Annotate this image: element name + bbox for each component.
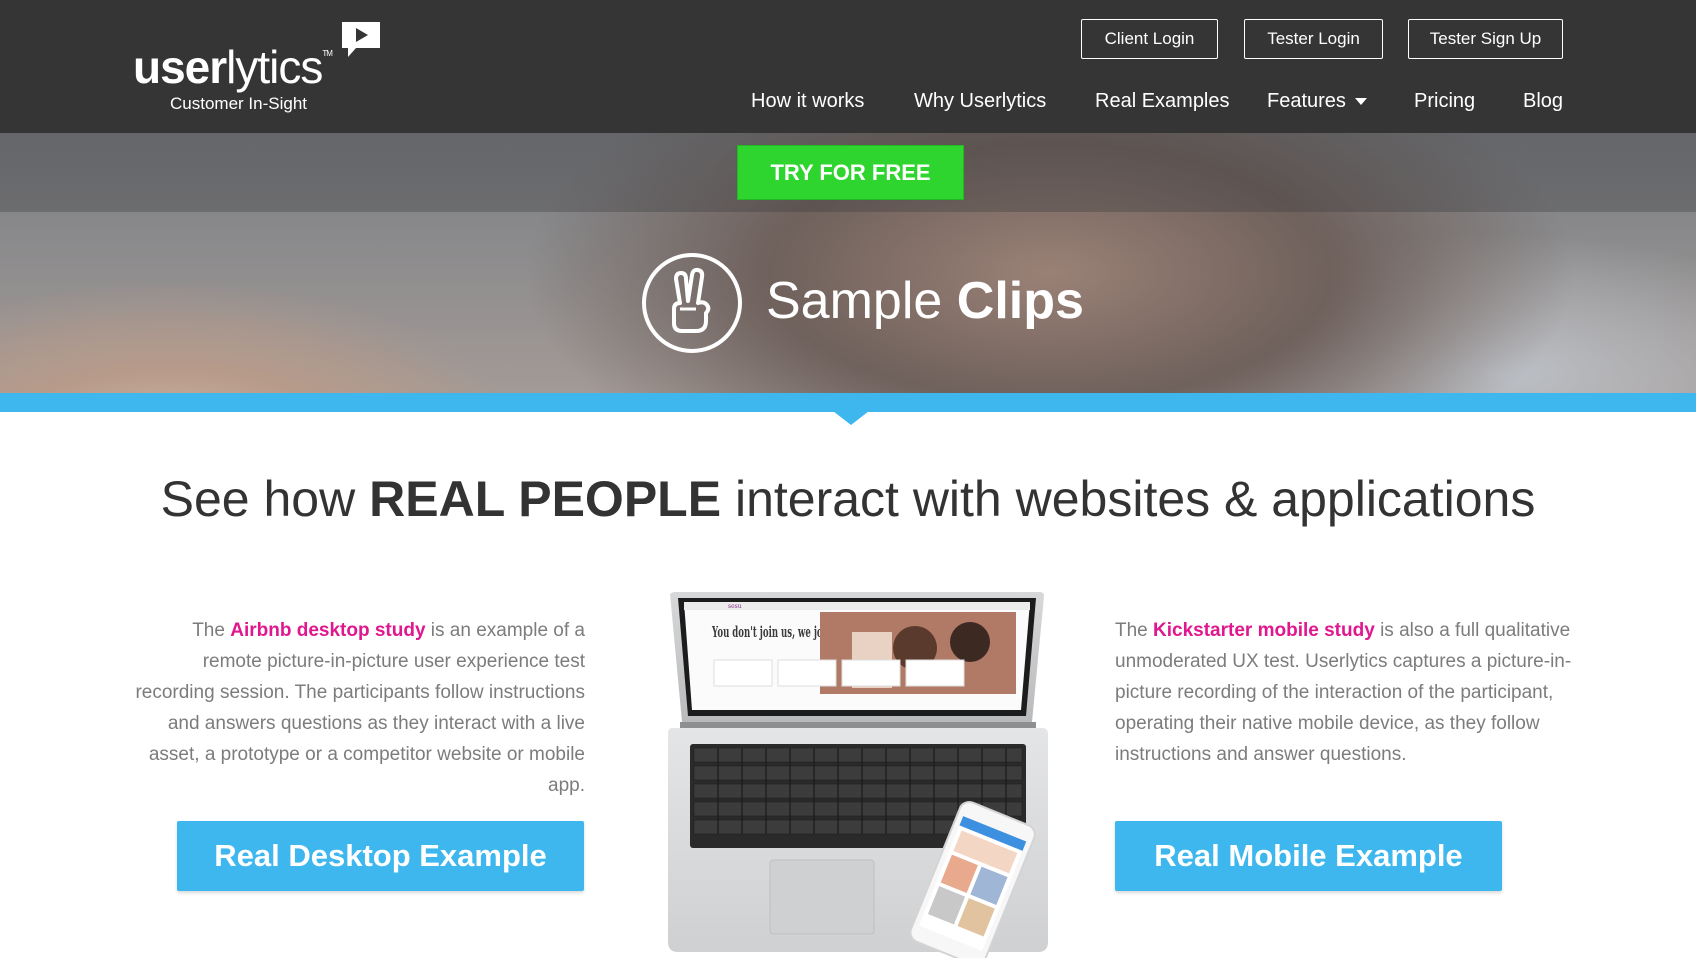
client-login-button[interactable]: Client Login bbox=[1081, 19, 1218, 59]
airbnb-study-link[interactable]: Airbnb desktop study bbox=[230, 620, 425, 641]
laptop-phone-illustration: sesu You don't join us, we join you bbox=[668, 592, 1048, 958]
hero-title-light: Sample bbox=[766, 272, 943, 330]
section-headline: See how REAL PEOPLE interact with websit… bbox=[0, 470, 1696, 528]
accent-divider bbox=[0, 393, 1696, 412]
tester-login-button[interactable]: Tester Login bbox=[1244, 19, 1383, 59]
mobile-body: is also a full qualitative unmoderated U… bbox=[1115, 620, 1572, 765]
nav-real-examples[interactable]: Real Examples bbox=[1095, 90, 1230, 113]
svg-text:sesu: sesu bbox=[728, 603, 742, 610]
caret-down-icon bbox=[1354, 98, 1367, 106]
nav-features[interactable]: Features bbox=[1267, 90, 1367, 113]
desktop-study-description: The Airbnb desktop study is an example o… bbox=[130, 615, 585, 801]
hero-banner: TRY FOR FREE Sample Clips bbox=[0, 133, 1696, 393]
kickstarter-study-link[interactable]: Kickstarter mobile study bbox=[1153, 620, 1375, 641]
logo-trademark: TM bbox=[322, 49, 333, 58]
desktop-body: is an example of a remote picture-in-pic… bbox=[135, 620, 585, 796]
logo-word-light: lytics bbox=[226, 41, 323, 93]
mobile-lead: The bbox=[1115, 620, 1148, 641]
desktop-lead: The bbox=[192, 620, 225, 641]
divider-notch bbox=[833, 411, 869, 425]
userlytics-logo[interactable]: userlyticsTM Customer In-Sight bbox=[133, 16, 393, 116]
nav-blog[interactable]: Blog bbox=[1523, 90, 1563, 113]
hero-title-bold: Clips bbox=[956, 272, 1084, 330]
peace-hand-icon bbox=[642, 253, 742, 353]
logo-word-bold: user bbox=[133, 41, 227, 93]
nav-why-userlytics[interactable]: Why Userlytics bbox=[914, 90, 1046, 113]
tester-signup-button[interactable]: Tester Sign Up bbox=[1408, 19, 1563, 59]
mobile-study-description: The Kickstarter mobile study is also a f… bbox=[1115, 615, 1575, 770]
try-for-free-button[interactable]: TRY FOR FREE bbox=[737, 145, 964, 200]
site-header: userlyticsTM Customer In-Sight Client Lo… bbox=[0, 0, 1696, 133]
headline-part1: See how bbox=[160, 471, 356, 527]
logo-wordmark: userlyticsTM bbox=[133, 41, 333, 93]
headline-bold: REAL PEOPLE bbox=[369, 471, 722, 527]
headline-part2: interact with websites & applications bbox=[734, 471, 1536, 527]
hero-title: Sample Clips bbox=[766, 271, 1084, 331]
real-desktop-example-button[interactable]: Real Desktop Example bbox=[177, 821, 584, 891]
nav-pricing[interactable]: Pricing bbox=[1414, 90, 1475, 113]
real-mobile-example-button[interactable]: Real Mobile Example bbox=[1115, 821, 1502, 891]
logo-tagline: Customer In-Sight bbox=[170, 94, 307, 113]
nav-features-label: Features bbox=[1267, 90, 1346, 112]
play-bubble-icon bbox=[342, 22, 380, 57]
nav-how-it-works[interactable]: How it works bbox=[751, 90, 864, 113]
